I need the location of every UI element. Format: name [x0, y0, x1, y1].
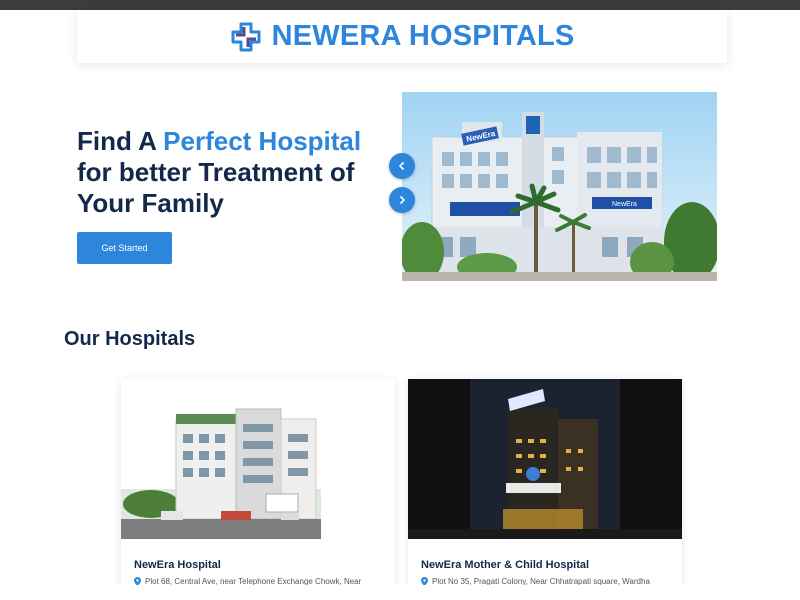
- cross-logo-icon[interactable]: [230, 21, 262, 53]
- chevron-left-icon: [398, 161, 405, 171]
- chevron-right-icon: [399, 195, 406, 205]
- hero-title-part2: for better Treatment of Your Family: [77, 157, 355, 218]
- hero-title-accent: Perfect Hospital: [163, 126, 362, 156]
- top-bar: [0, 0, 800, 10]
- hero-title-part1: Find A: [77, 126, 164, 156]
- slider-prev-button[interactable]: [389, 153, 415, 179]
- hero-slider-image: NewEra NewEra: [402, 92, 717, 281]
- hospital-name[interactable]: NewEra Mother & Child Hospital: [421, 559, 589, 571]
- hospital-photo: [408, 379, 682, 539]
- our-hospitals-heading: Our Hospitals: [64, 328, 196, 350]
- viewport-bottom-edge: [0, 585, 800, 600]
- hero-title: Find A Perfect Hospital for better Treatm…: [77, 126, 387, 219]
- hospital-card[interactable]: NewEra Hospital Plot 68, Central Ave, ne…: [121, 379, 395, 589]
- building-sign-text-2: NewEra: [612, 201, 637, 208]
- brand-name[interactable]: NEWERA HOSPITALS: [272, 20, 575, 53]
- hospital-photo: [121, 379, 395, 539]
- site-header: NEWERA HOSPITALS: [77, 10, 727, 63]
- hospital-name[interactable]: NewEra Hospital: [134, 559, 221, 571]
- hospital-card[interactable]: NewEra Mother & Child Hospital Plot No 3…: [408, 379, 682, 589]
- get-started-button[interactable]: Get Started: [77, 232, 172, 264]
- slider-next-button[interactable]: [389, 187, 415, 213]
